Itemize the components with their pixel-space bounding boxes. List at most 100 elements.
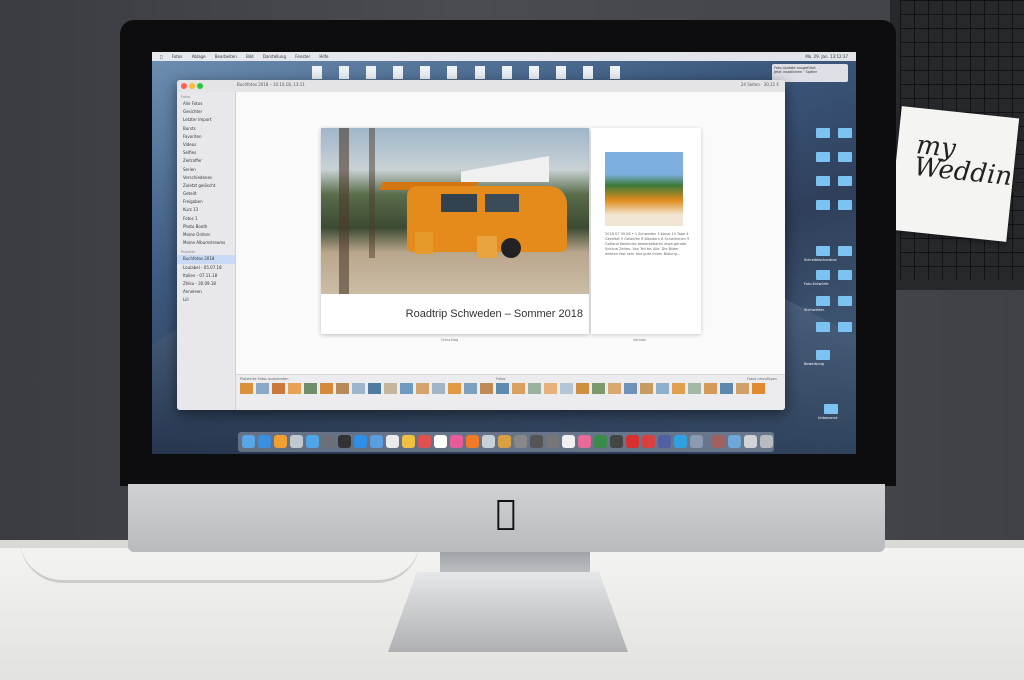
filmstrip-thumb[interactable] — [464, 383, 477, 394]
folder-icon[interactable] — [816, 176, 830, 186]
mail-icon[interactable] — [370, 435, 383, 448]
photo-booth-icon[interactable] — [482, 435, 495, 448]
launchpad-icon[interactable] — [338, 435, 351, 448]
file-icon[interactable] — [339, 66, 350, 79]
notification-body[interactable]: Jetzt installieren · Später — [774, 70, 846, 74]
file-icon[interactable] — [474, 66, 485, 79]
filmstrip-thumb[interactable] — [336, 383, 349, 394]
folder-icon[interactable] — [838, 296, 852, 306]
filmstrip-thumb[interactable] — [608, 383, 621, 394]
filmstrip-thumb[interactable] — [512, 383, 525, 394]
sidebar-item[interactable]: Gesichter — [177, 108, 235, 116]
van-thumbnail-photo[interactable] — [605, 152, 683, 226]
minimize-icon[interactable] — [189, 83, 195, 89]
itunes-icon[interactable] — [450, 435, 463, 448]
folder-label[interactable]: Foto-Entwürfe — [804, 282, 829, 286]
add-photos-button[interactable]: Fotos hinzufügen — [747, 377, 777, 381]
filmstrip-thumb[interactable] — [704, 383, 717, 394]
menu-item[interactable]: Ablage — [192, 52, 206, 61]
filmstrip-thumb[interactable] — [256, 383, 269, 394]
sidebar-item[interactable]: Favoriten — [177, 133, 235, 141]
filmstrip-thumb[interactable] — [544, 383, 557, 394]
sidebar-item[interactable]: Letzter Import — [177, 116, 235, 124]
folder-icon[interactable] — [838, 246, 852, 256]
app-icon[interactable] — [712, 435, 725, 448]
settings-icon[interactable] — [546, 435, 559, 448]
calendar-icon[interactable] — [418, 435, 431, 448]
sidebar-item[interactable]: Zhiku - 30.09.18 — [177, 280, 235, 288]
filmstrip-thumb[interactable] — [496, 383, 509, 394]
close-icon[interactable] — [181, 83, 187, 89]
file-icon[interactable] — [528, 66, 539, 79]
garageband-icon[interactable] — [498, 435, 511, 448]
notes-icon[interactable] — [402, 435, 415, 448]
time-machine-icon[interactable] — [530, 435, 543, 448]
zoom-icon[interactable] — [197, 83, 203, 89]
menu-item[interactable]: Bild — [246, 52, 254, 61]
preview-icon[interactable] — [290, 435, 303, 448]
folder-icon[interactable] — [816, 270, 830, 280]
filmstrip-thumb[interactable] — [720, 383, 733, 394]
documents-icon[interactable] — [744, 435, 757, 448]
folder-icon[interactable] — [838, 270, 852, 280]
folder-icon[interactable] — [838, 128, 852, 138]
menu-item[interactable]: Bearbeiten — [215, 52, 237, 61]
folder-icon[interactable] — [838, 200, 852, 210]
folder-label[interactable]: Schreibtischordner — [804, 258, 837, 262]
filmstrip-thumb[interactable] — [384, 383, 397, 394]
filmstrip-thumb[interactable] — [368, 383, 381, 394]
window-controls[interactable]: 24 Seiten · 30,11 € — [741, 82, 779, 87]
textedit-icon[interactable] — [562, 435, 575, 448]
contacts-icon[interactable] — [386, 435, 399, 448]
trash-icon[interactable] — [760, 435, 773, 448]
folder-icon[interactable] — [816, 128, 830, 138]
utilities-icon[interactable] — [514, 435, 527, 448]
filmstrip-thumb[interactable] — [624, 383, 637, 394]
downloads-folder-icon[interactable] — [728, 435, 741, 448]
sidebar-item[interactable]: Verschiedenes — [177, 174, 235, 182]
word-icon[interactable] — [306, 435, 319, 448]
book-page-left[interactable]: Roadtrip Schweden – Sommer 2018 Umschlag — [321, 128, 589, 342]
folder-icon[interactable] — [824, 404, 838, 414]
filmstrip-thumb[interactable] — [448, 383, 461, 394]
filmstrip-thumb[interactable] — [592, 383, 605, 394]
filmstrip-thumb[interactable] — [288, 383, 301, 394]
menubar-clock[interactable]: Mo. 29. Jan. 13:12:37 — [805, 52, 848, 61]
sidebar-item[interactable]: Serien — [177, 166, 235, 174]
sidebar-item[interactable]: Meine Ordner — [177, 231, 235, 239]
filmstrip-option[interactable]: Platzierte Fotos ausblenden — [240, 377, 288, 381]
sidebar-item[interactable]: Videos — [177, 141, 235, 149]
sidebar-item[interactable]: Bursts — [177, 125, 235, 133]
sidebar-item[interactable]: Zuletzt gelöscht — [177, 182, 235, 190]
menu-item[interactable]: Hilfe — [319, 52, 328, 61]
app-icon[interactable] — [658, 435, 671, 448]
file-icon[interactable] — [366, 66, 377, 79]
folder-icon[interactable] — [838, 152, 852, 162]
filmstrip-thumb[interactable] — [672, 383, 685, 394]
numbers-icon[interactable] — [594, 435, 607, 448]
filmstrip-thumb[interactable] — [416, 383, 429, 394]
app-icon[interactable] — [642, 435, 655, 448]
file-icon[interactable] — [582, 66, 593, 79]
pages-icon[interactable] — [274, 435, 287, 448]
folder-icon[interactable] — [816, 350, 830, 360]
file-icon[interactable] — [393, 66, 404, 79]
reminders-icon[interactable] — [434, 435, 447, 448]
filmstrip-thumb[interactable] — [640, 383, 653, 394]
sidebar-item[interactable]: Geteilt — [177, 190, 235, 198]
sidebar-item-selected[interactable]: Buchfotos 2018 — [177, 255, 235, 264]
apple-menu-icon[interactable]:  — [160, 52, 162, 61]
filmstrip-thumb[interactable] — [480, 383, 493, 394]
file-icon[interactable] — [501, 66, 512, 79]
sidebar-item[interactable]: Kurz 13 — [177, 206, 235, 214]
filmstrip-thumb[interactable] — [352, 383, 365, 394]
sidebar-item[interactable]: Anneleen — [177, 288, 235, 296]
filmstrip-thumb[interactable] — [736, 383, 749, 394]
filmstrip-thumb[interactable] — [576, 383, 589, 394]
filmstrip-thumb[interactable] — [304, 383, 317, 394]
filmstrip-thumb[interactable] — [272, 383, 285, 394]
system-icon[interactable] — [322, 435, 335, 448]
folder-icon[interactable] — [816, 296, 830, 306]
safari-icon[interactable] — [354, 435, 367, 448]
menu-item[interactable]: Darstellung — [263, 52, 286, 61]
